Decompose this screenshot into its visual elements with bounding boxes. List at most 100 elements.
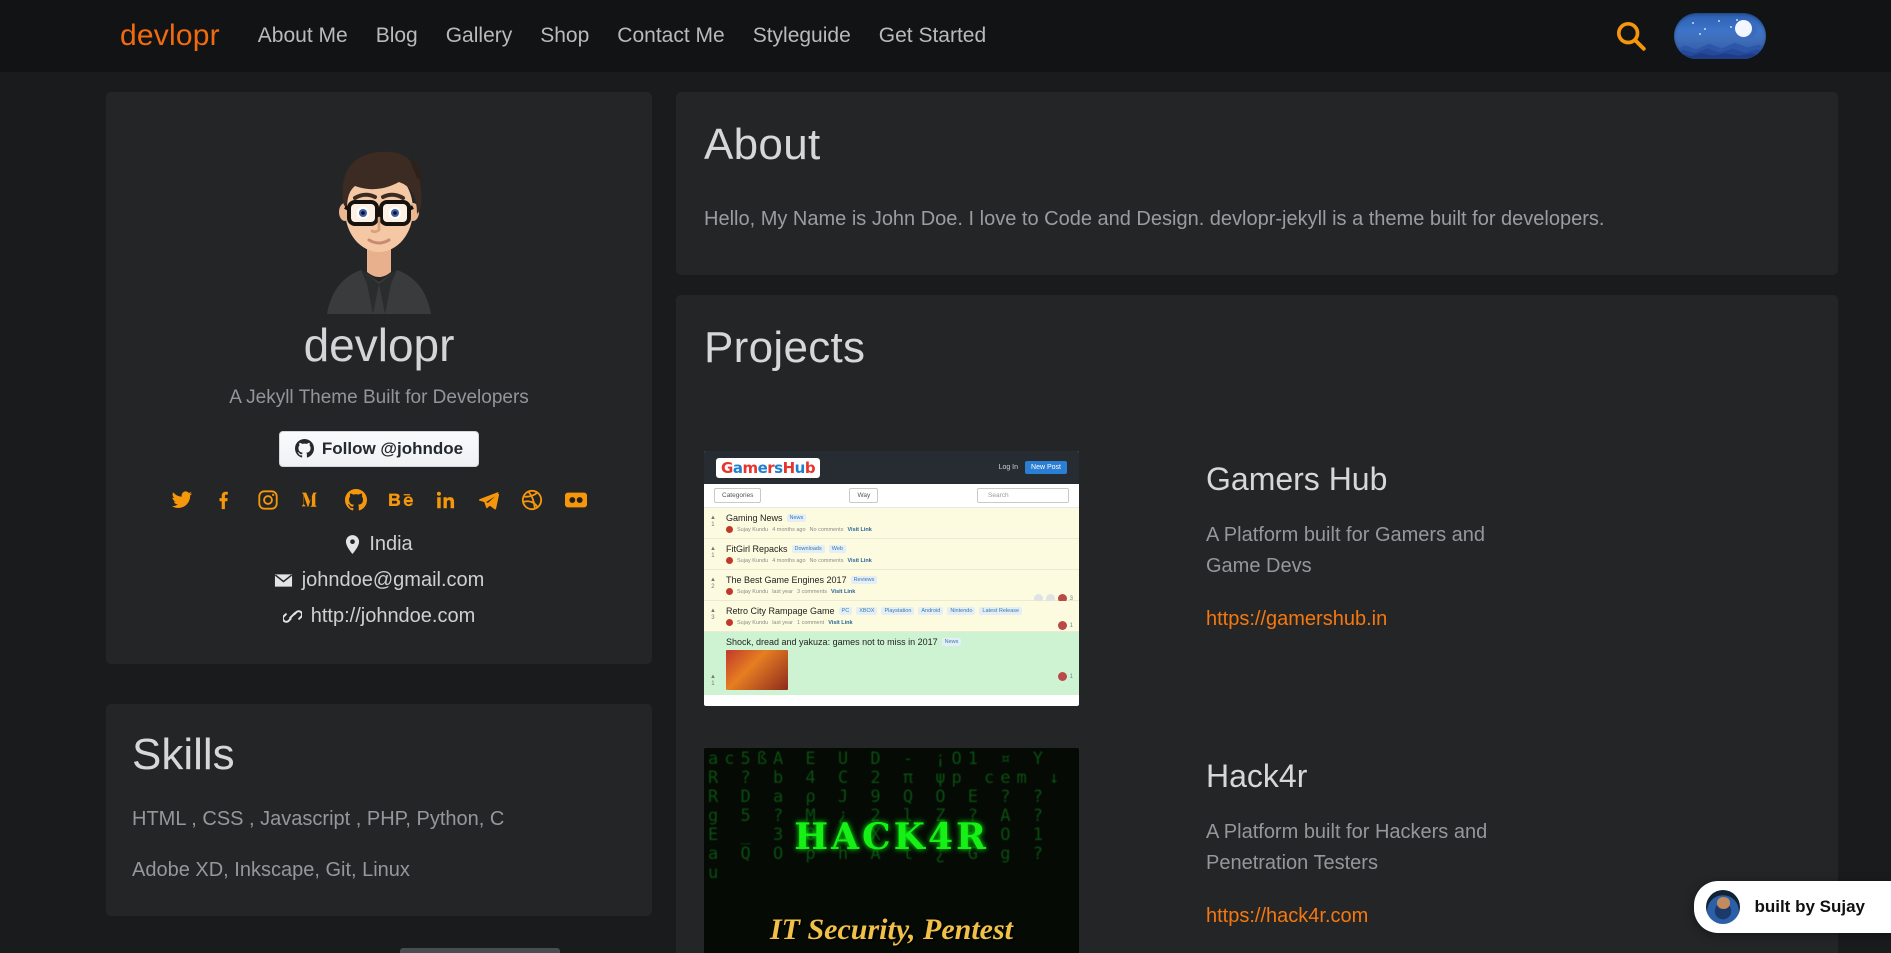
built-by-badge[interactable]: built by Sujay xyxy=(1694,881,1891,933)
project-link[interactable]: https://hack4r.com xyxy=(1206,905,1368,928)
gamershub-search-input: Search xyxy=(977,488,1069,503)
github-follow-button[interactable]: Follow @johndoe xyxy=(279,431,479,467)
gamershub-author-avatar xyxy=(726,619,733,626)
location-pin-icon xyxy=(345,535,360,554)
moon-icon xyxy=(1735,20,1752,37)
right-column: About Hello, My Name is John Doe. I love… xyxy=(676,92,1838,953)
hack4r-title: HACK4R xyxy=(704,816,1079,858)
page-root: devlopr About Me Blog Gallery Shop Conta… xyxy=(0,0,1891,953)
facebook-icon[interactable] xyxy=(214,489,236,511)
hack4r-subtitle: IT Security, Pentest xyxy=(704,913,1079,947)
project-thumbnail-hack4r[interactable]: ac5ßA E U D - ¡O1 ¤ Y R ? b 4 C 2 π ψp c… xyxy=(704,748,1079,953)
gamershub-post-row: ▲1 FitGirl RepacksDownloadsWeb Sujay Kun… xyxy=(704,539,1079,570)
social-links xyxy=(126,489,632,511)
profile-card: devlopr A Jekyll Theme Built for Develop… xyxy=(106,92,652,664)
envelope-icon xyxy=(274,573,293,588)
about-title: About xyxy=(704,120,1810,170)
main-content: devlopr A Jekyll Theme Built for Develop… xyxy=(0,72,1891,953)
brand-logo[interactable]: devlopr xyxy=(120,19,220,53)
contact-website-label: http://johndoe.com xyxy=(311,605,476,628)
gamershub-post-aside: 1 xyxy=(1058,672,1073,681)
profile-tagline: A Jekyll Theme Built for Developers xyxy=(126,387,632,409)
contact-list: India johndoe@gmail.com http://johndoe.c… xyxy=(126,533,632,628)
skills-line-1: HTML , CSS , Javascript , PHP, Python, C xyxy=(132,808,626,831)
projects-card: Projects GamersHub Log In New Post xyxy=(676,295,1838,953)
built-by-avatar xyxy=(1706,890,1740,924)
twitter-icon[interactable] xyxy=(171,489,193,511)
gamershub-post-comments: 3 comments xyxy=(797,589,827,595)
nav-item-shop[interactable]: Shop xyxy=(526,24,603,48)
about-card: About Hello, My Name is John Doe. I love… xyxy=(676,92,1838,275)
nav-item-styleguide[interactable]: Styleguide xyxy=(739,24,865,48)
gamershub-post-title: Gaming News xyxy=(726,513,783,523)
nav-item-gallery[interactable]: Gallery xyxy=(432,24,527,48)
gamershub-author-avatar xyxy=(726,557,733,564)
gamershub-filterbar: Categories Way Search xyxy=(704,484,1079,508)
contact-location-label: India xyxy=(369,533,412,556)
left-column: devlopr A Jekyll Theme Built for Develop… xyxy=(106,92,652,953)
gamershub-post-time: 4 months ago xyxy=(772,527,805,533)
github-follow-label: Follow @johndoe xyxy=(322,439,463,459)
medium-icon[interactable] xyxy=(300,489,324,511)
gamershub-vote: ▲1 xyxy=(710,546,716,560)
gamershub-categories-select: Categories xyxy=(714,488,761,503)
project-title: Gamers Hub xyxy=(1206,461,1509,498)
gamershub-post-comments: No comments xyxy=(810,558,844,564)
gamershub-post-row: Shock, dread and yakuza: games not to mi… xyxy=(704,632,1079,695)
gamershub-post-row: ▲3 Retro City Rampage GamePCXBOXPlaystat… xyxy=(704,601,1079,632)
gamershub-post-link: Visit Link xyxy=(831,589,855,595)
scroll-indicator xyxy=(400,948,560,953)
gamershub-post-link: Visit Link xyxy=(847,527,871,533)
project-thumbnail-gamers-hub[interactable]: GamersHub Log In New Post Categories Way xyxy=(704,451,1079,706)
gamershub-post-tag: Web xyxy=(829,545,846,553)
contact-email[interactable]: johndoe@gmail.com xyxy=(126,569,632,592)
navbar-actions xyxy=(1614,13,1861,59)
gamershub-vote: ▲1 xyxy=(710,674,716,688)
gamershub-vote: ▲2 xyxy=(710,577,716,591)
link-icon xyxy=(283,608,302,625)
contact-website[interactable]: http://johndoe.com xyxy=(126,605,632,628)
telegram-icon[interactable] xyxy=(478,489,500,511)
gamershub-post-link: Visit Link xyxy=(847,558,871,564)
gamershub-newpost-button: New Post xyxy=(1025,461,1067,474)
gamershub-post-image xyxy=(726,650,788,690)
github-social-icon[interactable] xyxy=(345,489,367,511)
projects-title: Projects xyxy=(704,323,1810,373)
project-info-hack4r: Hack4r A Platform built for Hackers and … xyxy=(1079,748,1509,953)
project-info-gamers-hub: Gamers Hub A Platform built for Gamers a… xyxy=(1079,451,1509,706)
dark-mode-toggle[interactable] xyxy=(1674,13,1766,59)
contact-email-label: johndoe@gmail.com xyxy=(302,569,485,592)
nav-item-contact-me[interactable]: Contact Me xyxy=(603,24,738,48)
gamershub-vote: ▲1 xyxy=(710,515,716,529)
search-icon[interactable] xyxy=(1614,19,1648,53)
gamershub-post-row: ▲2 The Best Game Engines 2017Reviews Suj… xyxy=(704,570,1079,601)
gamershub-author-avatar xyxy=(726,588,733,595)
flickr-icon[interactable] xyxy=(564,489,588,511)
linkedin-icon[interactable] xyxy=(435,489,457,511)
gamershub-post-time: last year xyxy=(772,589,793,595)
gamershub-post-title: The Best Game Engines 2017 xyxy=(726,575,847,585)
project-description: A Platform built for Hackers and Penetra… xyxy=(1206,817,1509,879)
gamershub-screenshot: GamersHub Log In New Post Categories Way xyxy=(704,451,1079,706)
project-link[interactable]: https://gamershub.in xyxy=(1206,608,1387,631)
profile-name: devlopr xyxy=(126,320,632,371)
hack4r-screenshot: ac5ßA E U D - ¡O1 ¤ Y R ? b 4 C 2 π ψp c… xyxy=(704,748,1079,953)
nav-item-about-me[interactable]: About Me xyxy=(244,24,362,48)
gamershub-post-row: ▲1 Gaming NewsNews Sujay Kundu4 months a… xyxy=(704,508,1079,539)
behance-icon[interactable] xyxy=(388,489,414,511)
dribbble-icon[interactable] xyxy=(521,489,543,511)
gamershub-logo: GamersHub xyxy=(716,458,820,478)
gamershub-way-select: Way xyxy=(849,488,878,503)
nav-links: About Me Blog Gallery Shop Contact Me St… xyxy=(244,24,1000,48)
nav-item-get-started[interactable]: Get Started xyxy=(865,24,1000,48)
nav-item-blog[interactable]: Blog xyxy=(362,24,432,48)
project-item-gamers-hub: GamersHub Log In New Post Categories Way xyxy=(704,451,1810,706)
instagram-icon[interactable] xyxy=(257,489,279,511)
project-title: Hack4r xyxy=(1206,758,1509,795)
gamershub-post-aside: 1 xyxy=(1058,621,1073,630)
gamershub-topbar: GamersHub Log In New Post xyxy=(704,451,1079,484)
gamershub-post-title: FitGirl Repacks xyxy=(726,544,788,554)
gamershub-post-tag: Reviews xyxy=(851,576,878,584)
gamershub-author-avatar xyxy=(726,526,733,533)
about-text: Hello, My Name is John Doe. I love to Co… xyxy=(704,208,1810,231)
